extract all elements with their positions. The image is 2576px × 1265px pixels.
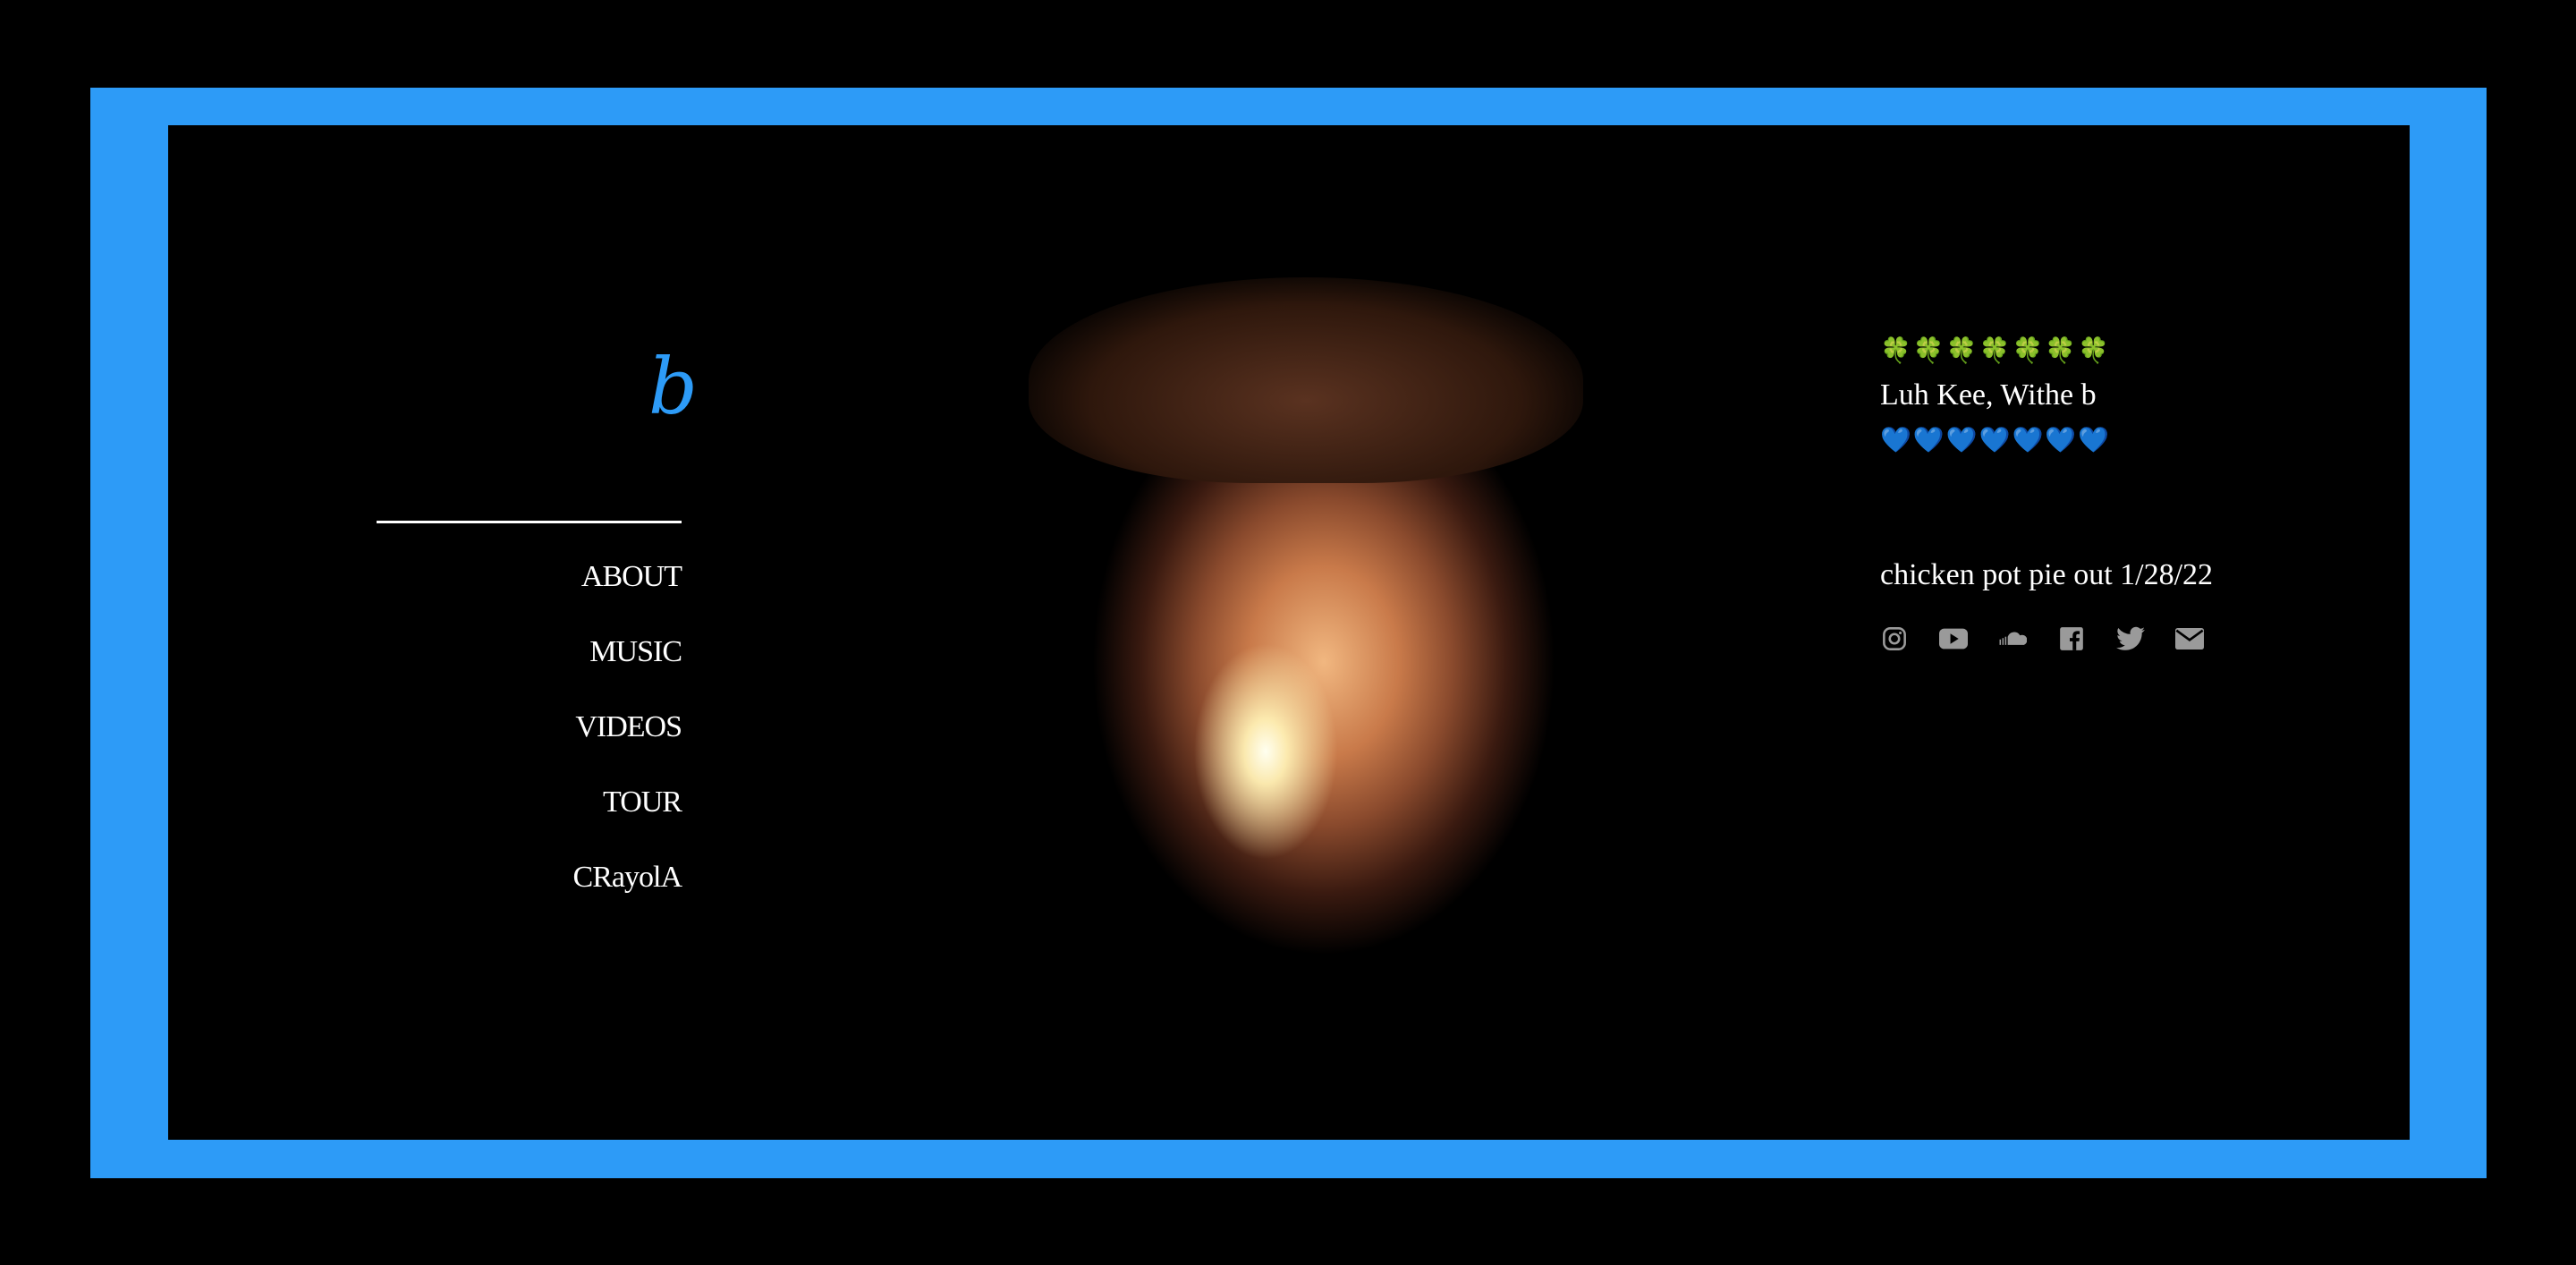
facebook-icon[interactable] (2057, 624, 2086, 653)
nav-item-music[interactable]: MUSIC (465, 623, 682, 698)
twitter-icon[interactable] (2116, 624, 2145, 653)
info-column: 🍀🍀🍀🍀🍀🍀🍀 Luh Kee, Withe b 💙💙💙💙💙💙💙 chicken… (1880, 331, 2345, 653)
social-links (1880, 624, 2345, 653)
nav-item-about[interactable]: ABOUT (465, 548, 682, 623)
nav-item-tour[interactable]: TOUR (465, 773, 682, 848)
email-icon[interactable] (2175, 624, 2204, 653)
clover-emoji-row: 🍀🍀🍀🍀🍀🍀🍀 (1880, 335, 2112, 365)
main-nav: ABOUT MUSIC VIDEOS TOUR CRayolA (465, 548, 682, 923)
heart-emoji-row: 💙💙💙💙💙💙💙 (1880, 425, 2112, 454)
nav-item-crayola[interactable]: CRayolA (465, 848, 682, 923)
youtube-icon[interactable] (1939, 624, 1968, 653)
soundcloud-icon[interactable] (1998, 624, 2027, 653)
hero-photo-hair (1029, 277, 1583, 483)
release-announcement: chicken pot pie out 1/28/22 (1880, 558, 2214, 591)
nav-divider (377, 521, 682, 523)
site-logo[interactable]: b (617, 347, 698, 428)
tagline: Luh Kee, Withe b (1880, 378, 2097, 412)
instagram-icon[interactable] (1880, 624, 1909, 653)
nav-item-videos[interactable]: VIDEOS (465, 698, 682, 773)
